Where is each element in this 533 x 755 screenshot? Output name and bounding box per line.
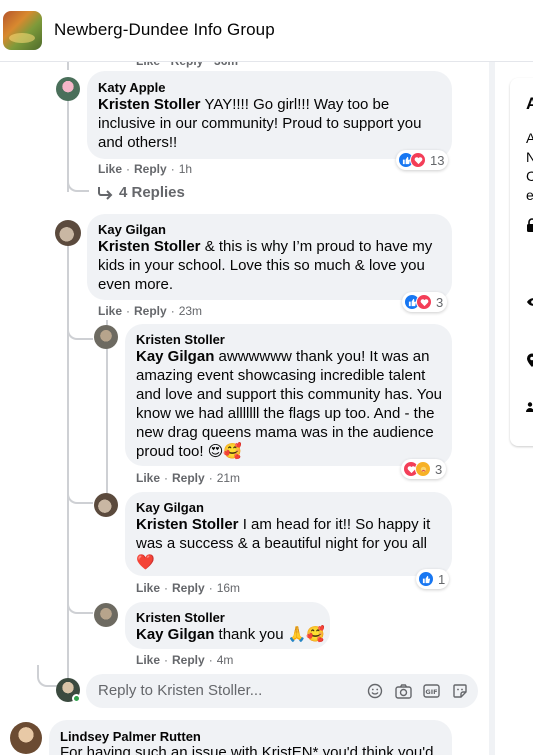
members-icon: [526, 400, 533, 416]
gif-icon[interactable]: GIF: [421, 681, 441, 701]
like-reaction-icon: [418, 571, 434, 587]
about-text-line: e: [526, 187, 533, 203]
about-title: A: [526, 94, 533, 113]
reaction-count: 1: [438, 571, 446, 587]
reaction-count: 3: [435, 461, 443, 477]
location-pin-icon: [526, 353, 533, 370]
comment-author[interactable]: Katy Apple: [98, 80, 165, 95]
timestamp[interactable]: 16m: [217, 581, 240, 595]
timestamp[interactable]: 21m: [217, 471, 240, 485]
reply-button[interactable]: Reply: [172, 581, 205, 595]
comment-text: Kristen Stoller I am head for it!! So ha…: [136, 516, 431, 571]
mention[interactable]: Kay Gilgan: [136, 626, 214, 643]
comment-author[interactable]: Kristen Stoller: [136, 332, 225, 347]
comment-author[interactable]: Kay Gilgan: [136, 500, 204, 515]
about-text-line: N: [526, 149, 533, 165]
reaction-summary[interactable]: 3: [402, 292, 448, 312]
comment-text: Kay Gilgan thank you 🙏🥰: [136, 626, 326, 643]
comment-author[interactable]: Kay Gilgan: [98, 222, 166, 237]
thread-line: [67, 320, 93, 340]
mention[interactable]: Kristen Stoller: [98, 96, 201, 113]
comment-actions: Like · Reply · 16m: [136, 581, 241, 595]
thread-line: [67, 480, 93, 504]
reaction-summary[interactable]: 1: [416, 569, 450, 589]
avatar[interactable]: [94, 325, 118, 349]
reaction-summary[interactable]: 13: [396, 150, 449, 170]
care-reaction-icon: [415, 461, 431, 477]
avatar[interactable]: [55, 220, 81, 246]
avatar[interactable]: [10, 722, 42, 754]
group-name[interactable]: Newberg-Dundee Info Group: [54, 20, 275, 40]
comment-actions: Like · Reply · 4m: [136, 653, 234, 667]
avatar[interactable]: [56, 77, 80, 101]
timestamp[interactable]: 23m: [179, 304, 202, 318]
timestamp[interactable]: 1h: [179, 162, 192, 176]
comment-author[interactable]: Kristen Stoller: [136, 610, 225, 625]
reaction-summary[interactable]: 3: [401, 459, 447, 479]
love-reaction-icon: [416, 294, 432, 310]
like-button[interactable]: Like: [98, 304, 122, 318]
emoji-icon[interactable]: [365, 681, 385, 701]
reply-button[interactable]: Reply: [172, 653, 205, 667]
avatar[interactable]: [94, 493, 118, 517]
like-button[interactable]: Like: [136, 653, 160, 667]
reply-button[interactable]: Reply: [134, 162, 167, 176]
thread-line: [67, 170, 89, 192]
sticker-icon[interactable]: [450, 681, 470, 701]
comment-text: Kristen Stoller & this is why I’m proud …: [98, 238, 433, 293]
view-replies-link[interactable]: 4 Replies: [97, 184, 185, 201]
like-button[interactable]: Like: [98, 162, 122, 176]
about-text-line: C: [526, 168, 533, 184]
lock-icon: [526, 218, 533, 235]
comment-text: Kay Gilgan awwwwww thank you! It was an …: [136, 348, 443, 460]
comment-actions: Like · Reply · 23m: [98, 304, 203, 318]
reply-button[interactable]: Reply: [134, 304, 167, 318]
avatar[interactable]: [94, 603, 118, 627]
comment-actions: Like · Reply · 21m: [136, 471, 241, 485]
reply-composer: GIF: [86, 674, 478, 708]
reply-button[interactable]: Reply: [172, 471, 205, 485]
like-button[interactable]: Like: [136, 471, 160, 485]
group-header: Newberg-Dundee Info Group: [0, 0, 533, 62]
thread-line: [67, 245, 69, 690]
group-about-card: A A N C e: [510, 78, 533, 446]
mention[interactable]: Kristen Stoller: [136, 516, 239, 533]
reply-input[interactable]: [98, 682, 348, 699]
camera-icon[interactable]: [393, 681, 413, 701]
mention[interactable]: Kristen Stoller: [98, 238, 201, 255]
thread-line: [67, 590, 93, 614]
reaction-count: 13: [430, 152, 445, 168]
eye-icon: [526, 294, 533, 310]
timestamp[interactable]: 4m: [217, 653, 234, 667]
about-text-line: A: [526, 130, 533, 146]
comment-text: Kristen Stoller YAY!!!! Go girl!!! Way t…: [98, 96, 422, 151]
scrollbar[interactable]: [489, 62, 495, 755]
reaction-count: 3: [436, 294, 444, 310]
group-cover-thumbnail[interactable]: [3, 11, 42, 50]
svg-text:GIF: GIF: [425, 688, 437, 696]
mention[interactable]: Kay Gilgan: [136, 348, 214, 365]
comment-text: For having such an issue with KristEN* y…: [60, 744, 434, 755]
reply-arrow-icon: [98, 186, 113, 200]
comments-feed: Like · Reply · 36m Katy Apple Kristen St…: [0, 0, 495, 755]
comment-author[interactable]: Lindsey Palmer Rutten: [60, 729, 201, 744]
love-reaction-icon: [410, 152, 426, 168]
online-status-indicator: [72, 694, 81, 703]
comment-actions: Like · Reply · 1h: [98, 162, 193, 176]
thread-line: [37, 665, 57, 687]
like-button[interactable]: Like: [136, 581, 160, 595]
